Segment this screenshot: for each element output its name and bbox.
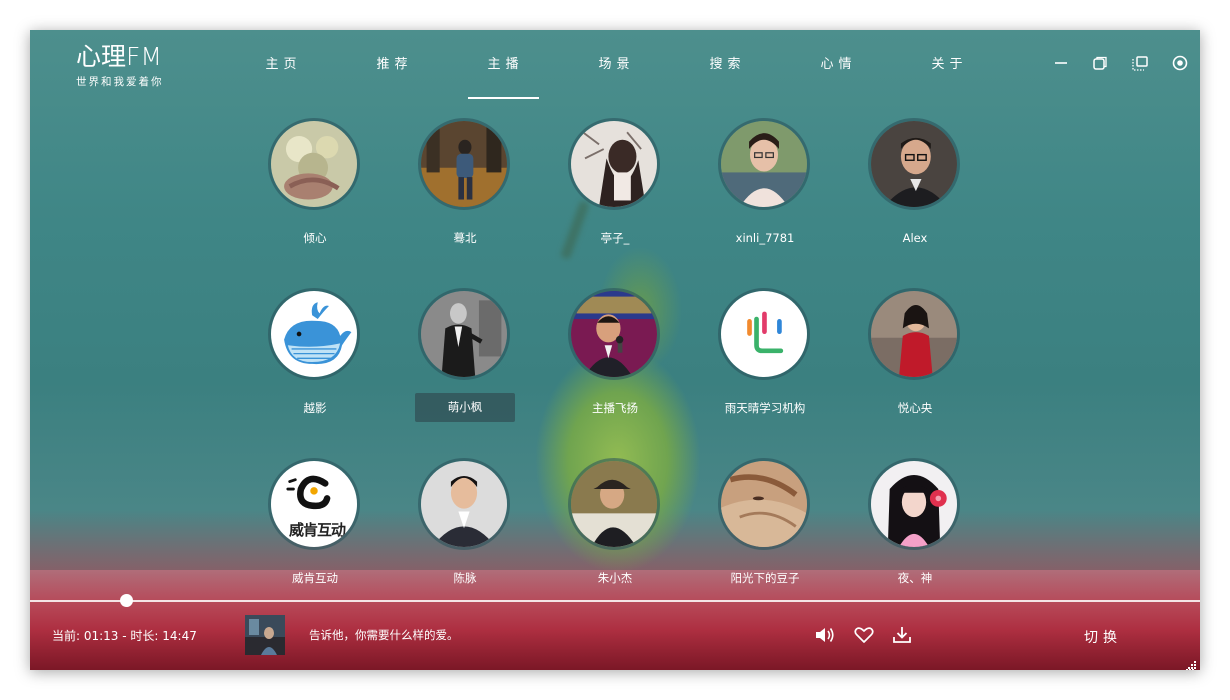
app-subtitle: 世界和我爱着你 bbox=[76, 76, 164, 88]
switch-button[interactable]: 切换 bbox=[1084, 627, 1122, 647]
tab-scenes[interactable]: 场景 bbox=[561, 56, 672, 74]
tab-about[interactable]: 关于 bbox=[894, 56, 1005, 74]
playback-time: 当前: 01:13 - 时长: 14:47 bbox=[52, 629, 197, 643]
app-title: 心理FM bbox=[76, 42, 162, 71]
man-portrait-icon bbox=[418, 458, 510, 550]
minimize-icon[interactable] bbox=[1051, 54, 1071, 74]
artist-name: 越影 bbox=[303, 401, 327, 415]
tab-search[interactable]: 搜索 bbox=[672, 56, 783, 74]
artist-name: 威肯互动 bbox=[292, 571, 338, 585]
artist-name: 亭子_ bbox=[600, 231, 630, 245]
man-suit-icon bbox=[418, 288, 510, 380]
girl-flower-icon bbox=[868, 458, 960, 550]
flowers-hands-icon bbox=[268, 118, 360, 210]
track-thumbnail[interactable] bbox=[245, 615, 285, 655]
artist-name: 萌小枫 bbox=[415, 393, 515, 422]
whale-icon bbox=[268, 288, 360, 380]
artist-name: 夜、神 bbox=[897, 571, 933, 585]
tab-home[interactable]: 主页 bbox=[228, 56, 339, 74]
app-window: 心理FM 世界和我爱着你 主页 推荐 主播 场景 搜索 心情 关于 倾心 蓦北 … bbox=[30, 30, 1200, 670]
artist-name: 朱小杰 bbox=[597, 571, 633, 585]
volume-icon[interactable] bbox=[814, 625, 836, 645]
resize-grip-icon[interactable] bbox=[1186, 656, 1196, 670]
playback-progress-bar[interactable] bbox=[30, 600, 1200, 602]
active-tab-indicator bbox=[468, 97, 539, 99]
tab-recommend[interactable]: 推荐 bbox=[339, 56, 450, 74]
weiken-logo-text: 威肯互动 bbox=[288, 521, 346, 539]
heart-icon[interactable] bbox=[853, 625, 875, 645]
woman-glasses-icon bbox=[718, 118, 810, 210]
download-icon[interactable] bbox=[891, 625, 913, 645]
tab-hosts[interactable]: 主播 bbox=[450, 56, 561, 74]
restore-icon[interactable] bbox=[1090, 54, 1110, 74]
compact-mode-icon[interactable] bbox=[1130, 54, 1150, 74]
man-glasses-icon bbox=[868, 118, 960, 210]
host-microphone-icon bbox=[568, 288, 660, 380]
tab-mood[interactable]: 心情 bbox=[783, 56, 894, 74]
girl-back-icon bbox=[568, 118, 660, 210]
woman-red-dress-icon bbox=[868, 288, 960, 380]
walking-man-icon bbox=[418, 118, 510, 210]
record-icon[interactable] bbox=[1170, 54, 1190, 74]
weiken-logo-icon: 威肯互动 bbox=[268, 458, 360, 550]
man-hat-icon bbox=[568, 458, 660, 550]
artist-name: 主播飞扬 bbox=[592, 401, 638, 415]
sleeping-girl-icon bbox=[718, 458, 810, 550]
artist-name: 陈脉 bbox=[453, 571, 477, 585]
artist-name: 蓦北 bbox=[453, 231, 477, 245]
artist-name: Alex bbox=[902, 231, 928, 245]
artist-name: 悦心央 bbox=[897, 401, 933, 415]
playback-progress-knob[interactable] bbox=[120, 594, 134, 607]
voice-logo-icon bbox=[718, 288, 810, 380]
artist-name: xinli_7781 bbox=[735, 231, 795, 245]
artist-name: 阳光下的豆子 bbox=[730, 571, 800, 585]
artist-name: 雨天晴学习机构 bbox=[724, 401, 806, 415]
track-title: 告诉他，你需要什么样的爱。 bbox=[309, 628, 459, 642]
artist-name: 倾心 bbox=[303, 231, 327, 245]
app-logo: 心理FM 世界和我爱着你 bbox=[76, 42, 164, 89]
